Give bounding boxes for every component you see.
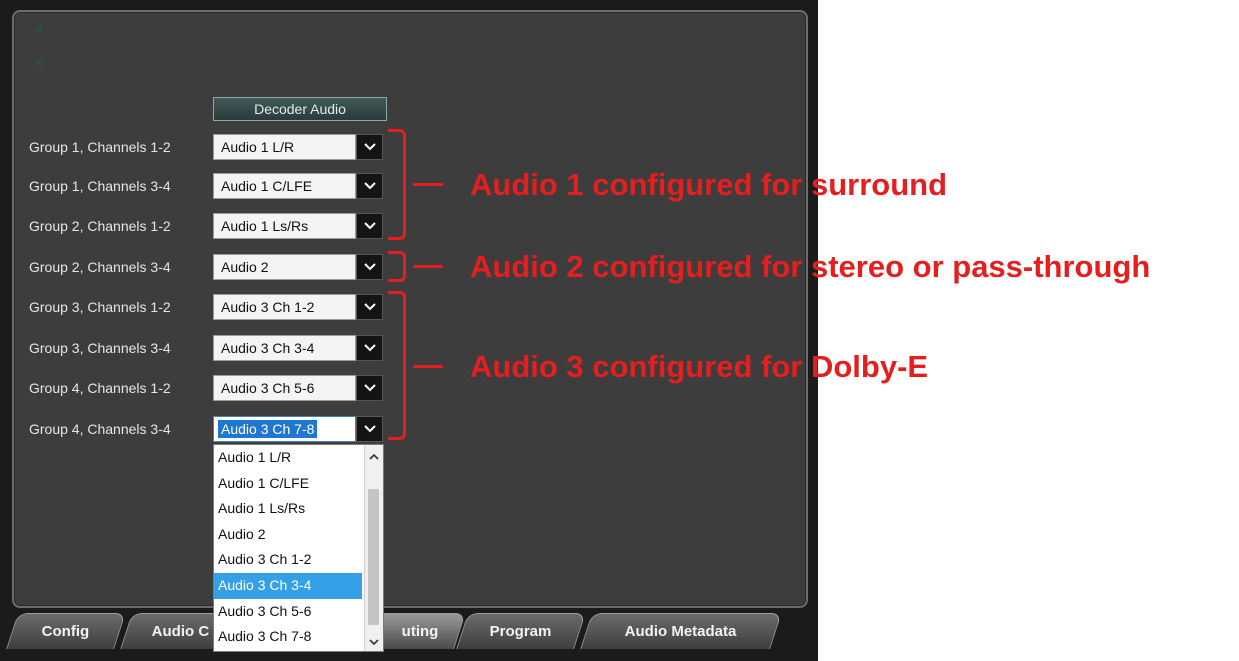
row-label-g1-ch12: Group 1, Channels 1-2 — [29, 139, 171, 155]
indicator-dot — [36, 60, 42, 66]
select-g4-ch34[interactable]: Audio 3 Ch 7-8 — [213, 416, 383, 442]
select-g3-ch12[interactable]: Audio 3 Ch 1-2 — [213, 294, 383, 320]
chevron-down-icon[interactable] — [356, 213, 383, 239]
select-value[interactable]: Audio 2 — [213, 254, 356, 280]
annotation-connector — [413, 183, 443, 186]
annotation-bracket-dolby — [388, 291, 406, 440]
dropdown-option[interactable]: Audio 1 Ls/Rs — [214, 496, 362, 522]
select-value[interactable]: Audio 1 L/R — [213, 134, 356, 160]
annotation-connector — [413, 265, 443, 268]
dropdown-option[interactable]: Audio 1 C/LFE — [214, 471, 362, 497]
select-value[interactable]: Audio 3 Ch 5-6 — [213, 375, 356, 401]
select-value[interactable]: Audio 3 Ch 3-4 — [213, 335, 356, 361]
tab-audio-metadata[interactable]: Audio Metadata — [580, 613, 782, 649]
dropdown-list[interactable]: Audio 1 L/R Audio 1 C/LFE Audio 1 Ls/Rs … — [213, 444, 384, 652]
chevron-down-icon[interactable] — [356, 134, 383, 160]
annotation-connector — [413, 365, 443, 368]
annotation-bracket-stereo — [388, 251, 406, 282]
dropdown-option[interactable]: Audio 3 Ch 7-8 — [214, 624, 362, 650]
select-value[interactable]: Audio 3 Ch 7-8 — [213, 416, 356, 442]
row-label-g2-ch34: Group 2, Channels 3-4 — [29, 259, 171, 275]
tab-config[interactable]: Config — [6, 613, 126, 649]
decoder-audio-header[interactable]: Decoder Audio — [213, 97, 387, 121]
app-window: Decoder Audio Group 1, Channels 1-2 Audi… — [0, 0, 818, 661]
dropdown-option[interactable]: Audio 2 — [214, 522, 362, 548]
tab-program[interactable]: Program — [456, 613, 586, 649]
dropdown-scrollbar[interactable] — [364, 445, 383, 651]
annotation-bracket-surround — [388, 129, 406, 240]
select-g1-ch12[interactable]: Audio 1 L/R — [213, 134, 383, 160]
select-g2-ch12[interactable]: Audio 1 Ls/Rs — [213, 213, 383, 239]
row-label-g3-ch34: Group 3, Channels 3-4 — [29, 340, 171, 356]
select-g4-ch12[interactable]: Audio 3 Ch 5-6 — [213, 375, 383, 401]
select-g1-ch34[interactable]: Audio 1 C/LFE — [213, 173, 383, 199]
scrollbar-thumb[interactable] — [368, 489, 379, 625]
chevron-down-icon[interactable] — [356, 173, 383, 199]
select-value[interactable]: Audio 3 Ch 1-2 — [213, 294, 356, 320]
row-label-g3-ch12: Group 3, Channels 1-2 — [29, 299, 171, 315]
dropdown-option[interactable]: Audio 1 L/R — [214, 445, 362, 471]
dropdown-option[interactable]: Audio 3 Ch 5-6 — [214, 599, 362, 625]
row-label-g4-ch12: Group 4, Channels 1-2 — [29, 380, 171, 396]
row-label-g1-ch34: Group 1, Channels 3-4 — [29, 178, 171, 194]
dropdown-option[interactable]: Audio 3 Ch 1-2 — [214, 547, 362, 573]
annotation-dolby: Audio 3 configured for Dolby-E — [470, 349, 929, 384]
row-label-g4-ch34: Group 4, Channels 3-4 — [29, 421, 171, 437]
scroll-down-icon[interactable] — [365, 633, 383, 651]
chevron-down-icon[interactable] — [356, 254, 383, 280]
select-g3-ch34[interactable]: Audio 3 Ch 3-4 — [213, 335, 383, 361]
indicator-dot — [36, 26, 42, 32]
scroll-up-icon[interactable] — [365, 447, 383, 465]
annotation-surround: Audio 1 configured for surround — [470, 167, 948, 202]
chevron-down-icon[interactable] — [356, 375, 383, 401]
select-g2-ch34[interactable]: Audio 2 — [213, 254, 383, 280]
row-label-g2-ch12: Group 2, Channels 1-2 — [29, 218, 171, 234]
annotation-stereo: Audio 2 configured for stereo or pass-th… — [470, 249, 1151, 284]
chevron-down-icon[interactable] — [356, 416, 383, 442]
chevron-down-icon[interactable] — [356, 294, 383, 320]
select-value[interactable]: Audio 1 Ls/Rs — [213, 213, 356, 239]
select-value[interactable]: Audio 1 C/LFE — [213, 173, 356, 199]
selected-text: Audio 3 Ch 7-8 — [218, 420, 318, 438]
chevron-down-icon[interactable] — [356, 335, 383, 361]
tab-bar: Config Audio C uting Program Audio Metad… — [0, 604, 818, 661]
dropdown-option-highlighted[interactable]: Audio 3 Ch 3-4 — [214, 572, 362, 599]
